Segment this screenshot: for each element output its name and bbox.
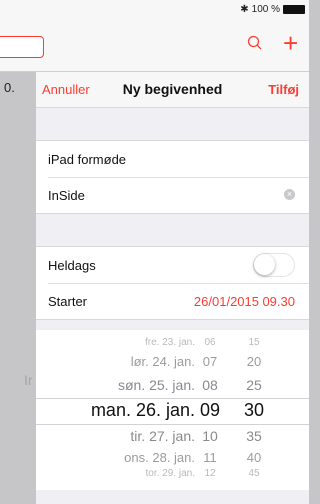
- starts-time[interactable]: 09.30: [262, 294, 295, 309]
- title-field-value: iPad formøde: [48, 151, 127, 167]
- sheet-header: Annuller Ny begivenhed Tilføj: [36, 72, 309, 108]
- starts-label: Starter: [48, 293, 88, 309]
- picker-hour: 09: [199, 400, 221, 421]
- picker-row[interactable]: lør. 24. jan. 07 20: [36, 354, 309, 374]
- picker-hour: 07: [202, 354, 218, 370]
- battery-percent: 100 %: [251, 4, 280, 15]
- all-day-label: Heldags: [48, 257, 96, 273]
- add-icon[interactable]: +: [283, 29, 298, 57]
- picker-selection-bottom: [36, 424, 309, 425]
- picker-minute: 35: [246, 427, 262, 444]
- picker-date: tor. 29. jan.: [145, 468, 195, 479]
- picker-hour: 10: [202, 427, 218, 444]
- picker-row[interactable]: søn. 25. jan. 08 25: [36, 377, 309, 397]
- add-button[interactable]: Tilføj: [268, 82, 299, 97]
- picker-row[interactable]: tor. 29. jan. 12 45: [36, 468, 309, 488]
- picker-date: man. 26. jan.: [90, 400, 195, 421]
- location-field[interactable]: InSide ×: [36, 177, 309, 213]
- background-navbar: +: [0, 22, 309, 72]
- clear-icon[interactable]: ×: [284, 189, 295, 200]
- background-segment-control[interactable]: [0, 36, 44, 58]
- search-icon[interactable]: [246, 34, 264, 52]
- picker-date: fre. 23. jan.: [144, 337, 195, 348]
- picker-date: søn. 25. jan.: [117, 376, 195, 393]
- picker-row[interactable]: man. 26. jan. 09 30: [36, 400, 309, 420]
- picker-hour: 08: [202, 376, 218, 393]
- picker-minute: 45: [248, 468, 260, 479]
- title-field[interactable]: iPad formøde: [36, 141, 309, 177]
- all-day-row: Heldags: [36, 247, 309, 283]
- location-field-value: InSide: [48, 187, 85, 203]
- new-event-sheet: Annuller Ny begivenhed Tilføj iPad formø…: [36, 72, 309, 504]
- all-day-toggle[interactable]: [253, 253, 295, 277]
- starts-date[interactable]: 26/01/2015: [194, 294, 259, 309]
- status-right: ✱ 100 %: [240, 4, 305, 15]
- toggle-knob: [254, 254, 275, 275]
- picker-minute: 30: [243, 400, 265, 421]
- picker-minute: 40: [246, 450, 262, 466]
- time-group: Heldags Starter 26/01/2015 09.30: [36, 246, 309, 320]
- picker-hour: 06: [204, 337, 216, 348]
- picker-hour: 11: [203, 450, 217, 466]
- battery-icon: [283, 5, 305, 14]
- background-calendar: [0, 72, 36, 504]
- status-bar: ✱ 100 %: [0, 0, 309, 22]
- picker-minute: 15: [248, 337, 260, 348]
- picker-minute: 25: [246, 376, 262, 393]
- picker-date: tir. 27. jan.: [130, 427, 195, 444]
- picker-selection-top: [36, 398, 309, 399]
- bluetooth-icon: ✱: [240, 4, 249, 15]
- picker-minute: 20: [246, 354, 262, 370]
- title-location-group: iPad formøde InSide ×: [36, 140, 309, 214]
- starts-row[interactable]: Starter 26/01/2015 09.30: [36, 283, 309, 319]
- picker-hour: 12: [204, 468, 216, 479]
- picker-date: lør. 24. jan.: [130, 354, 195, 370]
- picker-row[interactable]: tir. 27. jan. 10 35: [36, 428, 309, 448]
- background-faded-text: Ir: [24, 372, 33, 388]
- picker-date: ons. 28. jan.: [124, 450, 195, 466]
- date-time-picker[interactable]: fre. 23. jan. 06 15 lør. 24. jan. 07 20 søn. 2…: [36, 330, 309, 490]
- background-day-label: 0.: [4, 80, 15, 95]
